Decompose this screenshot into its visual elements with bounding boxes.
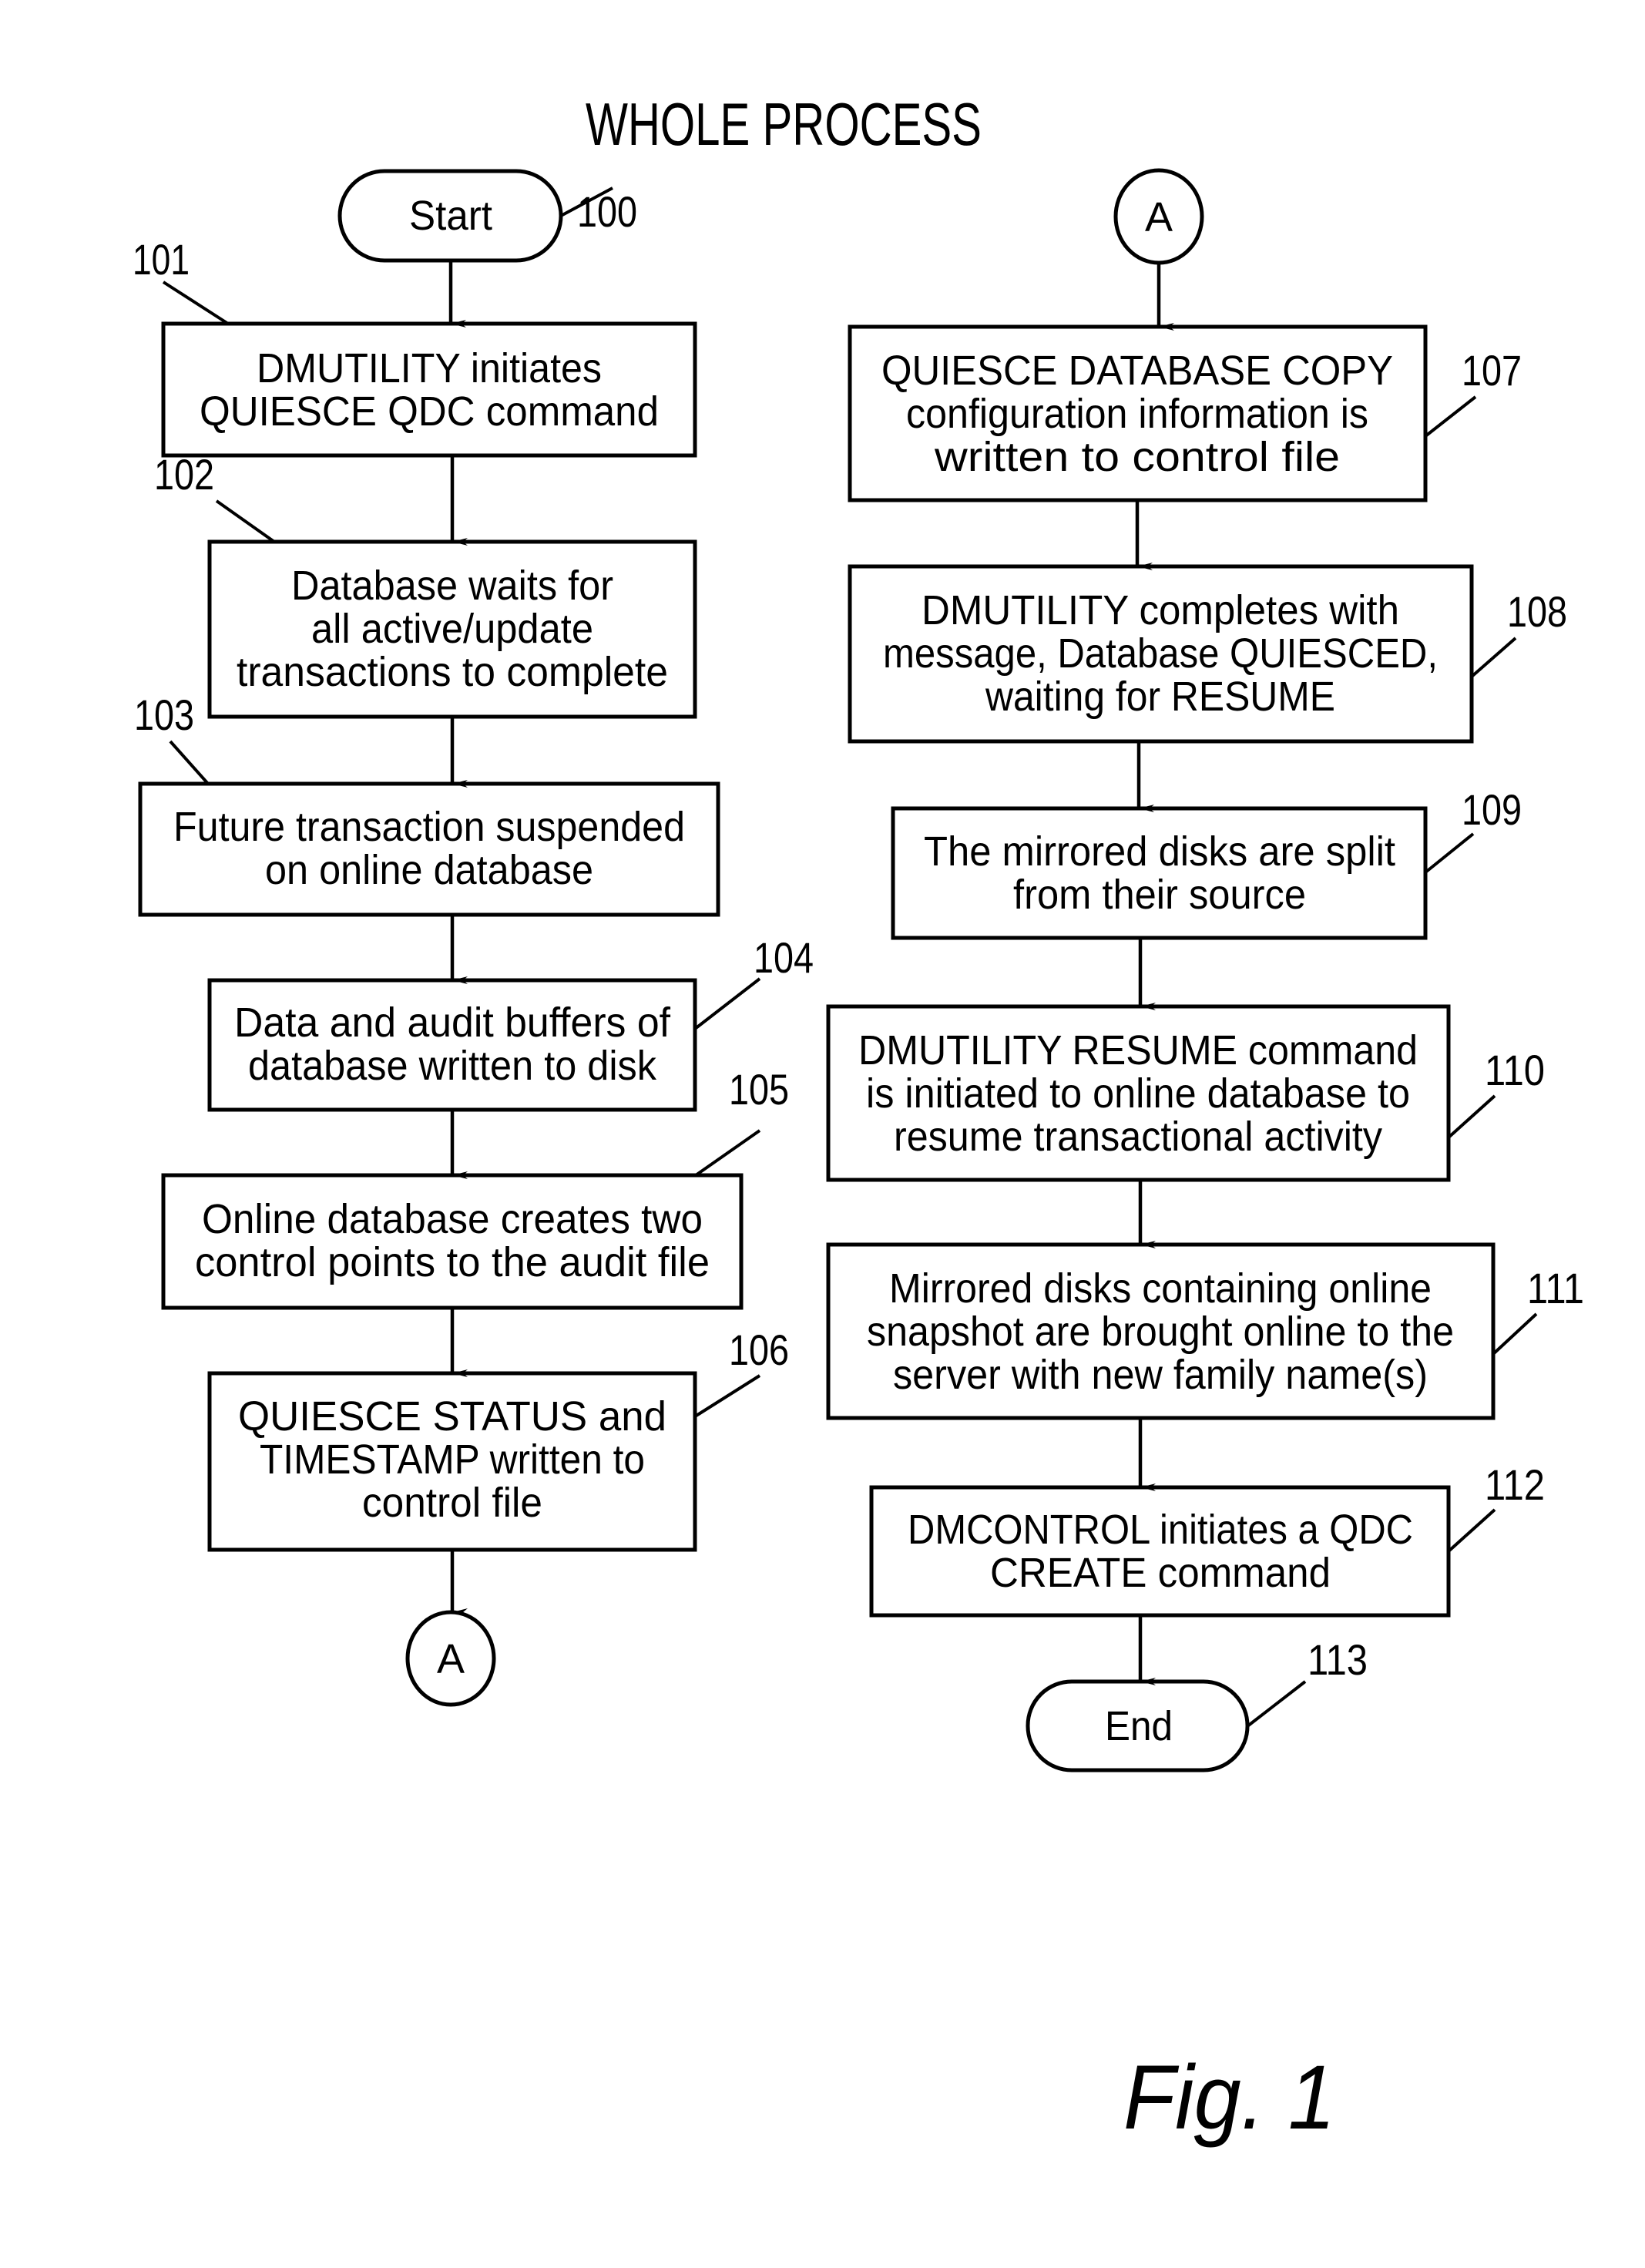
step-109-line-1: The mirrored disks are split <box>924 828 1395 875</box>
flowchart: WHOLE PROCESS Start 100 DMUTILITY initia… <box>133 90 1584 2149</box>
step-103-line-2: on online database <box>265 847 593 893</box>
step-106-line-3: control file <box>362 1480 542 1526</box>
step-112-line-1: DMCONTROL initiates a QDC <box>908 1507 1413 1553</box>
start-label: Start <box>409 193 492 239</box>
step-105-line-1: Online database creates two <box>202 1196 703 1242</box>
step-111: Mirrored disks containing online snapsho… <box>826 1242 1496 1420</box>
end-label: End <box>1105 1703 1173 1749</box>
leader-113 <box>1246 1680 1307 1728</box>
diagram-title: WHOLE PROCESS <box>586 90 982 158</box>
step-104: Data and audit buffers of database writt… <box>207 978 697 1112</box>
step-108-line-1: DMUTILITY completes with <box>922 587 1399 633</box>
step-104-line-2: database written to disk <box>248 1043 657 1089</box>
step-107-line-2: configuration information is <box>906 391 1368 437</box>
ref-105: 105 <box>729 1065 789 1114</box>
step-106-line-1: QUIESCE STATUS and <box>238 1393 666 1440</box>
leader-106 <box>693 1374 761 1418</box>
step-102-line-1: Database waits for <box>291 563 613 609</box>
step-102-line-2: all active/update <box>311 606 593 652</box>
ref-107: 107 <box>1462 346 1522 395</box>
step-109-line-2: from their source <box>1013 872 1306 918</box>
step-103: Future transaction suspended on online d… <box>138 781 720 917</box>
connector-a-in: A <box>1113 168 1204 265</box>
step-106: QUIESCE STATUS and TIMESTAMP written to … <box>207 1371 697 1552</box>
step-109: The mirrored disks are split from their … <box>891 806 1428 940</box>
ref-106: 106 <box>729 1326 789 1374</box>
leader-103 <box>169 740 210 785</box>
leader-107 <box>1424 395 1477 438</box>
ref-112: 112 <box>1485 1460 1545 1509</box>
step-107: QUIESCE DATABASE COPY configuration info… <box>848 324 1428 502</box>
step-103-line-1: Future transaction suspended <box>173 804 685 850</box>
step-108-line-2: message, Database QUIESCED, <box>883 630 1438 677</box>
step-108-line-3: waiting for RESUME <box>985 674 1335 720</box>
step-107-line-3: written to control file <box>934 434 1340 480</box>
connector-a-out: A <box>405 1610 496 1707</box>
leader-104 <box>693 977 761 1030</box>
step-107-line-1: QUIESCE DATABASE COPY <box>881 348 1393 394</box>
ref-109: 109 <box>1462 785 1522 834</box>
leader-102 <box>215 499 276 543</box>
leader-110 <box>1447 1094 1496 1139</box>
connector-a-out-label: A <box>437 1636 465 1682</box>
step-111-line-2: snapshot are brought online to the <box>867 1309 1454 1355</box>
step-112-line-2: CREATE command <box>990 1550 1331 1596</box>
ref-103: 103 <box>134 690 194 739</box>
step-101-line-2: QUIESCE QDC command <box>200 388 659 435</box>
step-110: DMUTILITY RESUME command is initiated to… <box>826 1004 1451 1182</box>
leader-108 <box>1470 637 1517 678</box>
start-terminal: Start <box>337 169 563 263</box>
leader-112 <box>1447 1508 1496 1553</box>
step-110-line-2: is initiated to online database to <box>866 1070 1410 1117</box>
leader-109 <box>1424 832 1475 874</box>
step-111-line-1: Mirrored disks containing online <box>889 1265 1432 1312</box>
step-110-line-3: resume transactional activity <box>894 1114 1382 1160</box>
ref-113: 113 <box>1308 1635 1368 1684</box>
leader-101 <box>162 281 230 325</box>
figure-label: Fig. 1 <box>1123 2047 1335 2149</box>
step-112: DMCONTROL initiates a QDC CREATE command <box>869 1485 1451 1618</box>
leader-105 <box>694 1129 761 1177</box>
ref-101: 101 <box>133 235 190 284</box>
ref-110: 110 <box>1485 1046 1545 1094</box>
connector-a-in-label: A <box>1145 194 1173 240</box>
step-108: DMUTILITY completes with message, Databa… <box>848 564 1474 744</box>
step-101: DMUTILITY initiates QUIESCE QDC command <box>161 321 697 458</box>
step-111-line-3: server with new family name(s) <box>893 1352 1428 1398</box>
step-104-line-1: Data and audit buffers of <box>234 1000 671 1046</box>
step-110-line-1: DMUTILITY RESUME command <box>858 1027 1418 1074</box>
step-105: Online database creates two control poin… <box>161 1173 744 1310</box>
ref-100: 100 <box>577 187 637 236</box>
ref-111: 111 <box>1527 1264 1584 1312</box>
step-106-line-2: TIMESTAMP written to <box>260 1436 645 1483</box>
ref-104: 104 <box>754 933 814 982</box>
ref-102: 102 <box>154 450 214 499</box>
ref-108: 108 <box>1507 587 1567 636</box>
step-102: Database waits for all active/update tra… <box>207 539 697 719</box>
end-terminal: End <box>1026 1679 1250 1772</box>
step-102-line-3: transactions to complete <box>237 649 668 695</box>
step-105-line-2: control points to the audit file <box>195 1239 710 1285</box>
leader-111 <box>1492 1312 1538 1356</box>
step-101-line-1: DMUTILITY initiates <box>257 345 602 391</box>
